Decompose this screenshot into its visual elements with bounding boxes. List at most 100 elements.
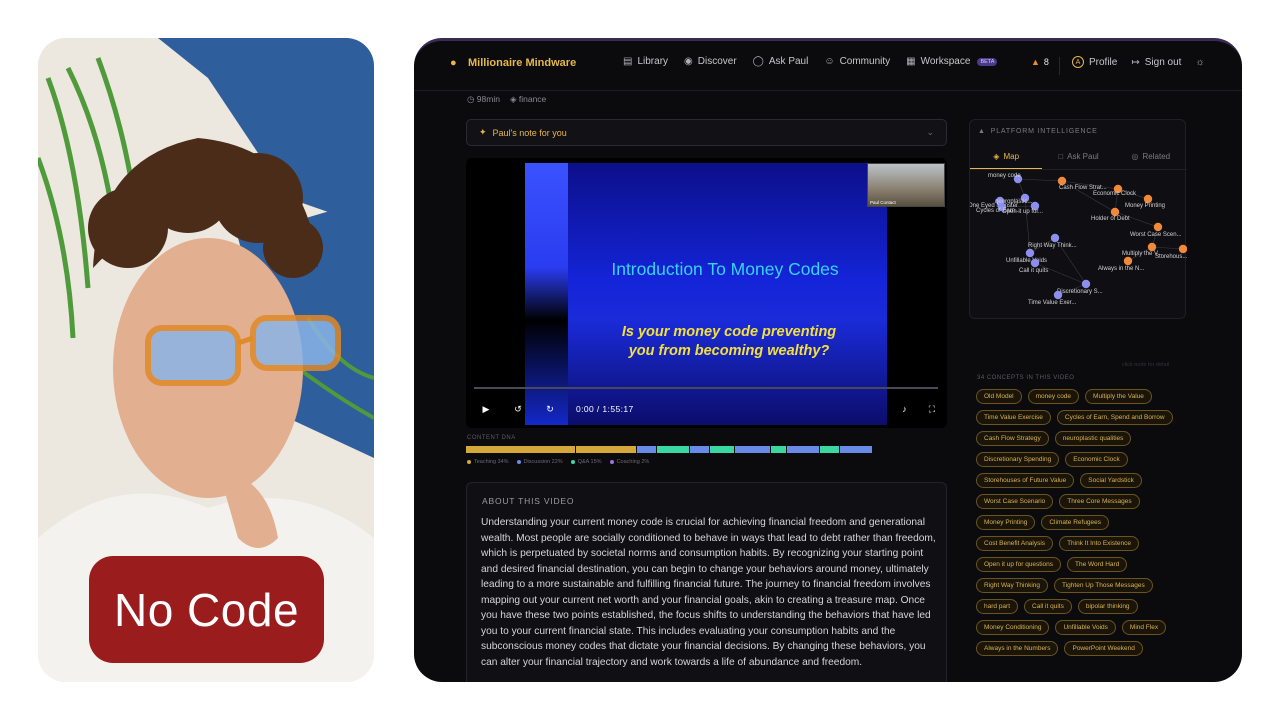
concept-chip[interactable]: PowerPoint Weekend <box>1064 641 1143 656</box>
concept-chip[interactable]: The Word Hard <box>1067 557 1128 572</box>
concept-chip[interactable]: Cycles of Earn, Spend and Borrow <box>1056 410 1173 425</box>
profile-label: Profile <box>1089 56 1118 68</box>
concept-chip[interactable]: Always in the Numbers <box>976 641 1059 656</box>
concept-chip[interactable]: Right Way Thinking <box>976 578 1048 593</box>
paul-note-accordion[interactable]: ✦ Paul's note for you ⌄ <box>466 119 947 146</box>
concept-node-label: Storehous... <box>1155 254 1187 260</box>
concept-edge <box>1017 178 1063 182</box>
tab-ask-paul[interactable]: □ Ask Paul <box>1042 144 1114 169</box>
nav-workspace[interactable]: ▦ Workspace BETA <box>906 56 998 67</box>
volume-icon[interactable]: ♪ <box>902 404 907 415</box>
dna-legend-item: Coaching 2% <box>609 459 649 465</box>
concept-node-label: Worst Case Scen... <box>1130 232 1182 238</box>
dna-segment <box>734 446 772 453</box>
nav-community[interactable]: ☺ Community <box>824 56 890 67</box>
video-meta: ◷ 98min ◈ finance <box>467 94 546 105</box>
clock-icon: ◷ <box>467 94 475 104</box>
concept-chip[interactable]: Tighten Up Those Messages <box>1054 578 1153 593</box>
profile-link[interactable]: A Profile <box>1072 56 1117 68</box>
tab-ask-paul-label: Ask Paul <box>1067 152 1099 161</box>
tab-map[interactable]: ◈ Map <box>970 144 1043 169</box>
concept-chip[interactable]: money code <box>1027 389 1080 404</box>
rewind-icon[interactable]: ↺ <box>512 404 524 415</box>
concept-node[interactable] <box>1057 176 1067 186</box>
concept-chip[interactable]: Money Conditioning <box>976 620 1050 635</box>
nav-library-label: Library <box>637 56 669 67</box>
legend-dot <box>609 459 614 464</box>
concept-chip[interactable]: bipolar thinking <box>1077 599 1138 614</box>
sign-out-link[interactable]: ↦ Sign out <box>1131 57 1181 68</box>
concept-node[interactable] <box>1053 290 1063 300</box>
concept-map[interactable]: money codeOne Eyed MonsterCash Flow Stra… <box>970 171 1187 321</box>
concept-node[interactable] <box>1147 242 1157 252</box>
layers-icon: ◈ <box>509 94 517 104</box>
streak-value: 8 <box>1043 57 1049 67</box>
fullscreen-icon[interactable]: ⛶ <box>929 404 935 415</box>
concept-chip[interactable]: Time Value Exercise <box>976 410 1051 425</box>
concept-node-label: Money Printing <box>1125 203 1165 209</box>
concept-node[interactable] <box>1178 244 1187 254</box>
brand[interactable]: ● Millionaire Mindware <box>450 57 576 69</box>
concept-chip[interactable]: Three Core Messages <box>1059 494 1140 509</box>
book-icon: ▤ <box>623 56 633 67</box>
concept-chip[interactable]: Mind Flex <box>1121 620 1167 635</box>
concept-node[interactable] <box>1025 248 1035 258</box>
concept-chip[interactable]: Think It Into Existence <box>1059 536 1140 551</box>
dna-legend-item: Q&A 15% <box>570 459 602 465</box>
nav-divider <box>1059 57 1060 75</box>
concept-chip[interactable]: Storehouses of Future Value <box>976 473 1075 488</box>
concept-chip[interactable]: Climate Refugees <box>1041 515 1110 530</box>
legend-dot <box>570 459 575 464</box>
tab-related[interactable]: ◎ Related <box>1115 144 1187 169</box>
concept-chip[interactable]: Worst Case Scenario <box>976 494 1054 509</box>
platform-intelligence-panel: ▲ PLATFORM INTELLIGENCE ◈ Map □ Ask Paul ◎… <box>969 119 1187 321</box>
note-label: Paul's note for you <box>492 127 567 138</box>
concept-chip[interactable]: Money Printing <box>976 515 1036 530</box>
concept-node[interactable] <box>1143 194 1153 204</box>
concept-chip[interactable]: Social Yardstick <box>1080 473 1142 488</box>
concept-chip[interactable]: Cash Flow Strategy <box>976 431 1049 446</box>
dna-segment <box>771 446 788 453</box>
concept-chip[interactable]: Unfillable Voids <box>1055 620 1116 635</box>
picture-in-picture: Paul Contact <box>867 163 945 207</box>
concept-node[interactable] <box>1050 233 1060 243</box>
concept-edge <box>1151 246 1184 250</box>
concept-chip[interactable]: Old Model <box>976 389 1022 404</box>
nav-discover[interactable]: ◉ Discover <box>684 56 737 67</box>
nav-library[interactable]: ▤ Library <box>623 56 668 67</box>
concept-chip[interactable]: Cost Benefit Analysis <box>976 536 1054 551</box>
video-right-controls: ♪ ⛶ <box>902 404 935 415</box>
concept-node-label: Time Value Exer... <box>1028 300 1077 306</box>
click-node-hint: click node for detail <box>1122 362 1170 368</box>
concept-node[interactable] <box>1123 256 1133 266</box>
video-progress-bar[interactable] <box>474 387 938 389</box>
concept-node[interactable] <box>1030 258 1040 268</box>
concept-chip[interactable]: Multiply the Value <box>1085 389 1152 404</box>
nav-ask-paul[interactable]: ◯ Ask Paul <box>753 56 809 67</box>
concept-chip[interactable]: Discretionary Spending <box>976 452 1060 467</box>
concept-chip[interactable]: Open it up for questions <box>976 557 1062 572</box>
chat-icon: ◯ <box>752 56 764 67</box>
video-time: 0:00 / 1:55:17 <box>576 404 634 414</box>
video-player[interactable]: Introduction To Money Codes Is your mone… <box>466 158 947 428</box>
concept-chip[interactable]: Call it quits <box>1024 599 1072 614</box>
streak-counter[interactable]: ▲ 8 <box>1031 57 1049 67</box>
chevron-down-icon: ⌄ <box>926 127 934 137</box>
tab-related-label: Related <box>1142 152 1171 161</box>
concept-node-label: Holder of Debt <box>1091 216 1130 222</box>
slide-subtitle: Is your money code preventing you from b… <box>579 323 879 361</box>
concept-chip[interactable]: neuroplastic qualities <box>1054 431 1132 446</box>
concept-node[interactable] <box>1153 222 1163 232</box>
concept-chip[interactable]: hard part <box>976 599 1019 614</box>
about-text: Understanding your current money code is… <box>481 517 936 668</box>
forward-icon[interactable]: ↻ <box>544 404 556 415</box>
sign-out-label: Sign out <box>1144 56 1182 68</box>
concept-chip-list: Old Model money code Multiply the Value Tim… <box>976 389 1186 656</box>
concept-chip[interactable]: Economic Clock <box>1065 452 1128 467</box>
sign-out-icon: ↦ <box>1131 56 1140 68</box>
concept-node[interactable] <box>1110 207 1120 217</box>
theme-toggle[interactable]: ☼ <box>1195 57 1204 68</box>
concept-node[interactable] <box>1081 279 1091 289</box>
play-icon[interactable]: ▶ <box>480 404 492 415</box>
concept-node-label: money code <box>988 173 1021 179</box>
